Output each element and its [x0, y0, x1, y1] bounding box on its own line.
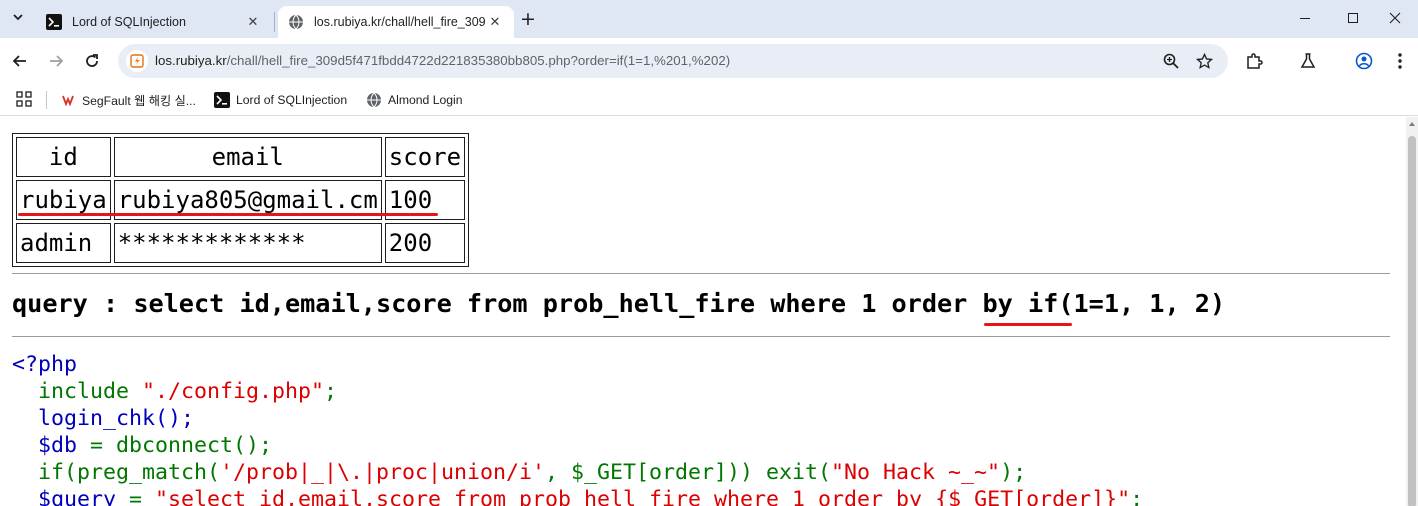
- table-header-row: id email score: [16, 137, 466, 177]
- table-row: admin ************* 200: [16, 223, 466, 263]
- menu-button[interactable]: [1386, 47, 1414, 75]
- header-email: email: [113, 137, 382, 177]
- minimize-button[interactable]: [1282, 0, 1328, 36]
- bookmarks-bar: SegFault 웹 해킹 실... Lord of SQLInjection …: [0, 84, 1418, 116]
- bookmark-star-button[interactable]: [1192, 49, 1216, 73]
- tab-strip: Lord of SQLInjection ✕ los.rubiya.kr/cha…: [0, 0, 1418, 38]
- header-id: id: [16, 137, 111, 177]
- code-line: $query = "select id,email,score from pro…: [12, 487, 1144, 506]
- back-button[interactable]: [6, 47, 34, 75]
- close-icon: [1389, 12, 1401, 24]
- annotation-underline-query: [984, 323, 1072, 326]
- bookmark-label: Lord of SQLInjection: [236, 93, 348, 107]
- page-content: id email score rubiya rubiya805@gmail.cm…: [0, 117, 1406, 506]
- close-window-button[interactable]: [1372, 0, 1418, 36]
- bookmark-label: SegFault 웹 해킹 실...: [82, 94, 196, 108]
- star-icon: [1195, 52, 1213, 69]
- globe-icon: [288, 14, 304, 30]
- tab-divider: [274, 12, 275, 32]
- globe-icon: [366, 92, 382, 108]
- labs-button[interactable]: [1294, 47, 1322, 75]
- tab-title: Lord of SQLInjection: [72, 15, 186, 29]
- terminal-icon: [214, 92, 230, 108]
- segfault-icon: [60, 92, 76, 108]
- code-line: <?php: [12, 352, 78, 377]
- cell-email: *************: [113, 223, 382, 263]
- bookmarks-divider: [46, 91, 47, 109]
- more-vert-icon: [1398, 53, 1402, 69]
- forward-button[interactable]: [42, 47, 70, 75]
- scroll-up-arrow-icon[interactable]: [1409, 122, 1415, 126]
- not-secure-icon: [130, 54, 144, 68]
- chevron-down-icon: [12, 11, 24, 26]
- bookmark-almond-login[interactable]: Almond Login: [366, 89, 463, 111]
- zoom-button[interactable]: [1159, 49, 1183, 73]
- annotation-underline-row: [18, 213, 438, 216]
- extensions-button[interactable]: [1240, 47, 1268, 75]
- new-tab-button[interactable]: +: [516, 7, 540, 31]
- browser-toolbar: los.rubiya.kr/chall/hell_fire_309d5f471f…: [0, 38, 1418, 84]
- profile-icon: [1355, 52, 1373, 70]
- result-table: id email score rubiya rubiya805@gmail.cm…: [12, 133, 470, 267]
- code-line: login_chk();: [12, 406, 195, 431]
- address-bar[interactable]: los.rubiya.kr/chall/hell_fire_309d5f471f…: [118, 44, 1228, 78]
- scrollbar-thumb[interactable]: [1408, 136, 1416, 506]
- maximize-icon: [1348, 13, 1358, 23]
- divider-bottom: [12, 336, 1390, 337]
- profile-button[interactable]: [1350, 47, 1378, 75]
- cell-id: admin: [16, 223, 111, 263]
- url-path: /chall/hell_fire_309d5f471fbdd4722d22183…: [226, 53, 731, 68]
- cell-score: 200: [384, 223, 466, 263]
- reload-button[interactable]: [78, 47, 106, 75]
- url-host: los.rubiya.kr: [155, 53, 227, 68]
- bookmark-segfault[interactable]: SegFault 웹 해킹 실...: [60, 89, 196, 111]
- site-info-button[interactable]: [126, 50, 148, 72]
- tab-title: los.rubiya.kr/chall/hell_fire_309: [314, 15, 486, 29]
- flask-icon: [1300, 53, 1316, 68]
- puzzle-icon: [1247, 53, 1263, 69]
- divider-top: [12, 273, 1390, 274]
- code-line: if(preg_match('/prob|_|\.|proc|union/i',…: [12, 460, 1027, 485]
- header-score: score: [384, 137, 466, 177]
- close-icon[interactable]: ✕: [486, 13, 504, 31]
- close-icon[interactable]: ✕: [244, 13, 262, 31]
- bookmark-label: Almond Login: [388, 93, 463, 107]
- tab-lord-of-sqlinjection[interactable]: Lord of SQLInjection ✕: [36, 6, 272, 38]
- url-text[interactable]: los.rubiya.kr/chall/hell_fire_309d5f471f…: [155, 53, 730, 68]
- arrow-left-icon: [12, 55, 26, 67]
- apps-grid-icon[interactable]: [16, 91, 32, 107]
- reload-icon: [86, 54, 98, 67]
- tab-search-button[interactable]: [6, 6, 30, 30]
- terminal-icon: [46, 14, 62, 30]
- code-line: include "./config.php";: [12, 379, 338, 404]
- minimize-icon: [1300, 18, 1310, 19]
- maximize-button[interactable]: [1330, 0, 1376, 36]
- arrow-right-icon: [50, 55, 64, 67]
- query-text: query : select id,email,score from prob_…: [12, 289, 1226, 318]
- tab-hell-fire[interactable]: los.rubiya.kr/chall/hell_fire_309 ✕: [278, 6, 514, 38]
- code-line: $db = dbconnect();: [12, 433, 273, 458]
- zoom-icon: [1163, 53, 1179, 69]
- php-source: <?php include "./config.php"; login_chk(…: [12, 351, 1143, 506]
- plus-icon: +: [520, 8, 536, 30]
- bookmark-lord-of-sqlinjection[interactable]: Lord of SQLInjection: [214, 89, 347, 111]
